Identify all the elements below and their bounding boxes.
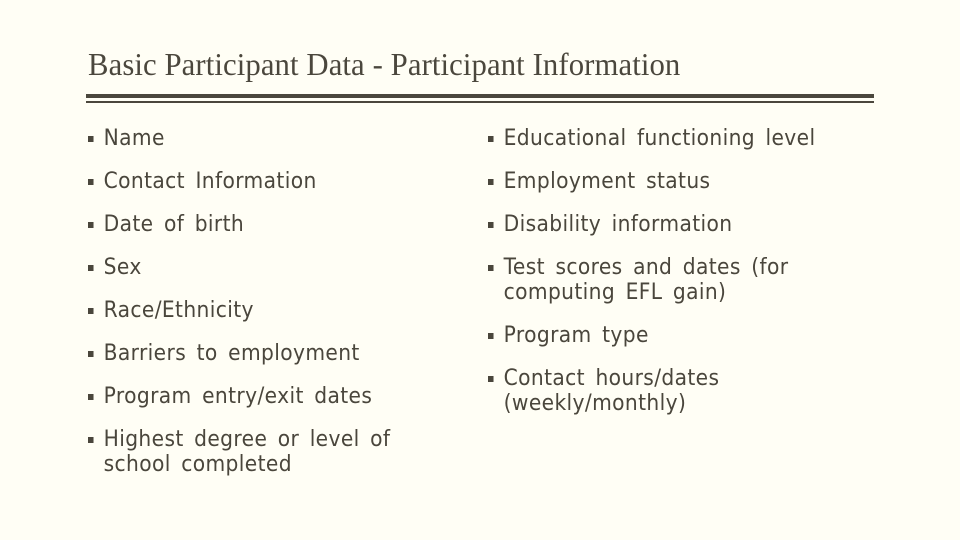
square-bullet-icon: [88, 265, 94, 271]
list-item: Barriers to employment: [88, 341, 438, 366]
square-bullet-icon: [488, 376, 494, 382]
list-item-text: Disability information: [503, 212, 733, 237]
slide-title: Basic Participant Data - Participant Inf…: [88, 46, 681, 82]
list-item-text: Contact Information: [103, 169, 317, 194]
list-item: Name: [88, 126, 438, 151]
list-item: Date of birth: [88, 212, 438, 237]
square-bullet-icon: [88, 351, 94, 357]
list-item-text: Race/Ethnicity: [103, 298, 254, 323]
list-item: Highest degree or level of school comple…: [88, 427, 426, 477]
list-item-text: Test scores and dates (for computing EFL…: [503, 255, 789, 305]
title-rule-thick: [86, 94, 874, 98]
list-item: Program entry/exit dates: [88, 384, 438, 409]
list-item-text: Program type: [503, 323, 649, 348]
square-bullet-icon: [88, 136, 94, 142]
square-bullet-icon: [88, 222, 94, 228]
square-bullet-icon: [88, 179, 94, 185]
square-bullet-icon: [88, 308, 94, 314]
list-item-text: Educational functioning level: [503, 126, 816, 151]
list-item-text: Date of birth: [103, 212, 245, 237]
square-bullet-icon: [88, 437, 94, 443]
list-item-text: Employment status: [503, 169, 711, 194]
right-bullet-list: Educational functioning level Employment…: [488, 126, 868, 434]
title-rule-thin: [86, 101, 874, 103]
list-item: Contact hours/dates (weekly/monthly): [488, 366, 780, 416]
list-item-text: Program entry/exit dates: [103, 384, 373, 409]
square-bullet-icon: [488, 136, 494, 142]
list-item: Employment status: [488, 169, 838, 194]
square-bullet-icon: [488, 179, 494, 185]
list-item: Disability information: [488, 212, 838, 237]
square-bullet-icon: [88, 394, 94, 400]
list-item: Contact Information: [88, 169, 438, 194]
left-bullet-list: Name Contact Information Date of birth S…: [88, 126, 468, 495]
square-bullet-icon: [488, 222, 494, 228]
square-bullet-icon: [488, 333, 494, 339]
list-item-text: Barriers to employment: [103, 341, 360, 366]
list-item-text: Sex: [103, 255, 142, 280]
list-item: Test scores and dates (for computing EFL…: [488, 255, 862, 305]
list-item: Race/Ethnicity: [88, 298, 438, 323]
list-item: Sex: [88, 255, 438, 280]
list-item-text: Highest degree or level of school comple…: [103, 427, 391, 477]
list-item: Educational functioning level: [488, 126, 890, 151]
list-item-text: Contact hours/dates (weekly/monthly): [503, 366, 720, 416]
list-item-text: Name: [103, 126, 165, 151]
square-bullet-icon: [488, 265, 494, 271]
list-item: Program type: [488, 323, 838, 348]
